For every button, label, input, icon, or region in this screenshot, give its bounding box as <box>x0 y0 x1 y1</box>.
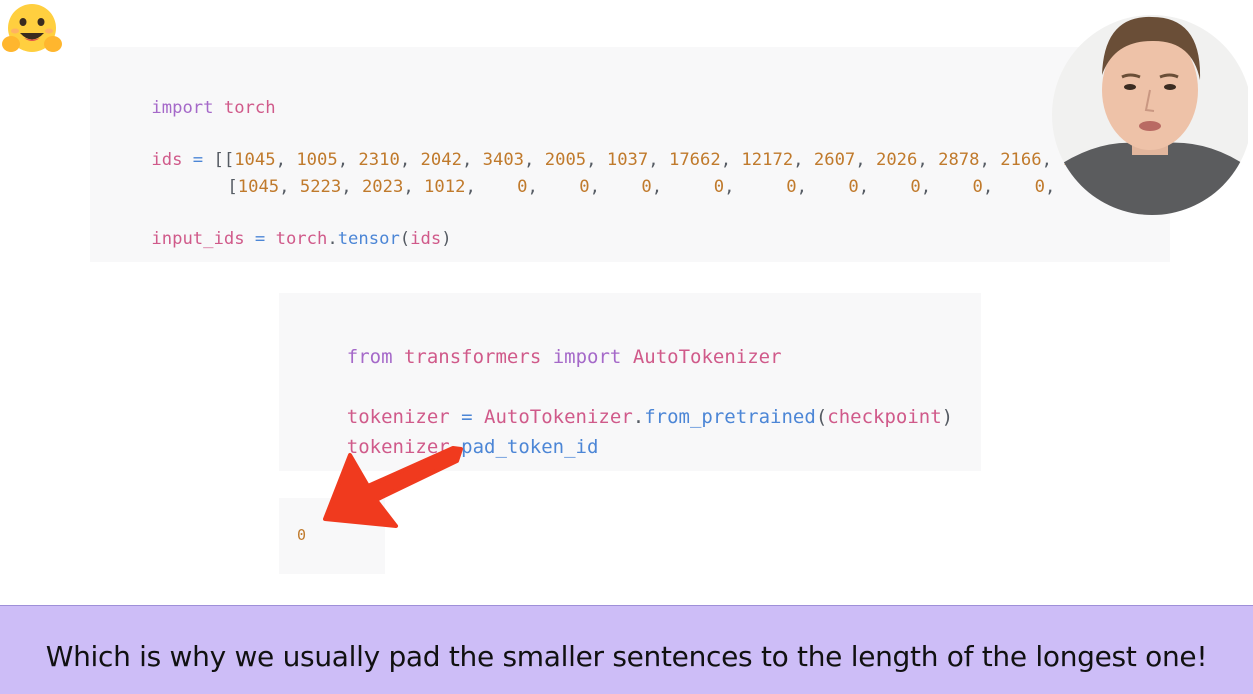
code-line-input-ids: input_ids = torch.tensor(ids) <box>151 229 452 249</box>
id-value: 5223 <box>299 177 342 197</box>
id-value: 0 <box>910 177 921 197</box>
code-line-import-autotokenizer: from transformers import AutoTokenizer <box>346 346 782 368</box>
id-value: 0 <box>848 177 859 197</box>
code-block-tokenizer: from transformers import AutoTokenizer t… <box>279 293 981 471</box>
id-value: 0 <box>641 177 652 197</box>
output-block: 0 <box>279 498 385 574</box>
output-value: 0 <box>297 526 307 544</box>
presenter-webcam <box>1052 0 1248 217</box>
id-value: 0 <box>972 177 983 197</box>
caption-bar: Which is why we usually pad the smaller … <box>0 605 1253 694</box>
id-value: 0 <box>517 177 528 197</box>
id-value: 0 <box>713 177 725 197</box>
module-torch: torch <box>223 98 276 118</box>
hugging-face-emoji-icon <box>2 4 62 52</box>
keyword-import: import <box>151 98 214 118</box>
id-value: 0 <box>786 177 797 197</box>
id-value: 0 <box>1034 177 1045 197</box>
id-value: 2023 <box>361 177 404 197</box>
id-value: 1045 <box>237 177 280 197</box>
variable-ids: ids <box>151 150 183 170</box>
id-value: 1012 <box>424 177 466 197</box>
id-value: 0 <box>579 177 590 197</box>
caption-text: Which is why we usually pad the smaller … <box>45 640 1208 673</box>
ids-row2-values: 1045, 5223, 2023, 1012, 0, 0, 0, 0, 0, 0… <box>237 177 1066 197</box>
presenter-avatar <box>1052 15 1248 215</box>
code-line-pad-token-id: tokenizer.pad_token_id <box>346 436 599 458</box>
code-block-torch: import torch ids = [[1045, 1005, 2310, 2… <box>90 47 1170 262</box>
